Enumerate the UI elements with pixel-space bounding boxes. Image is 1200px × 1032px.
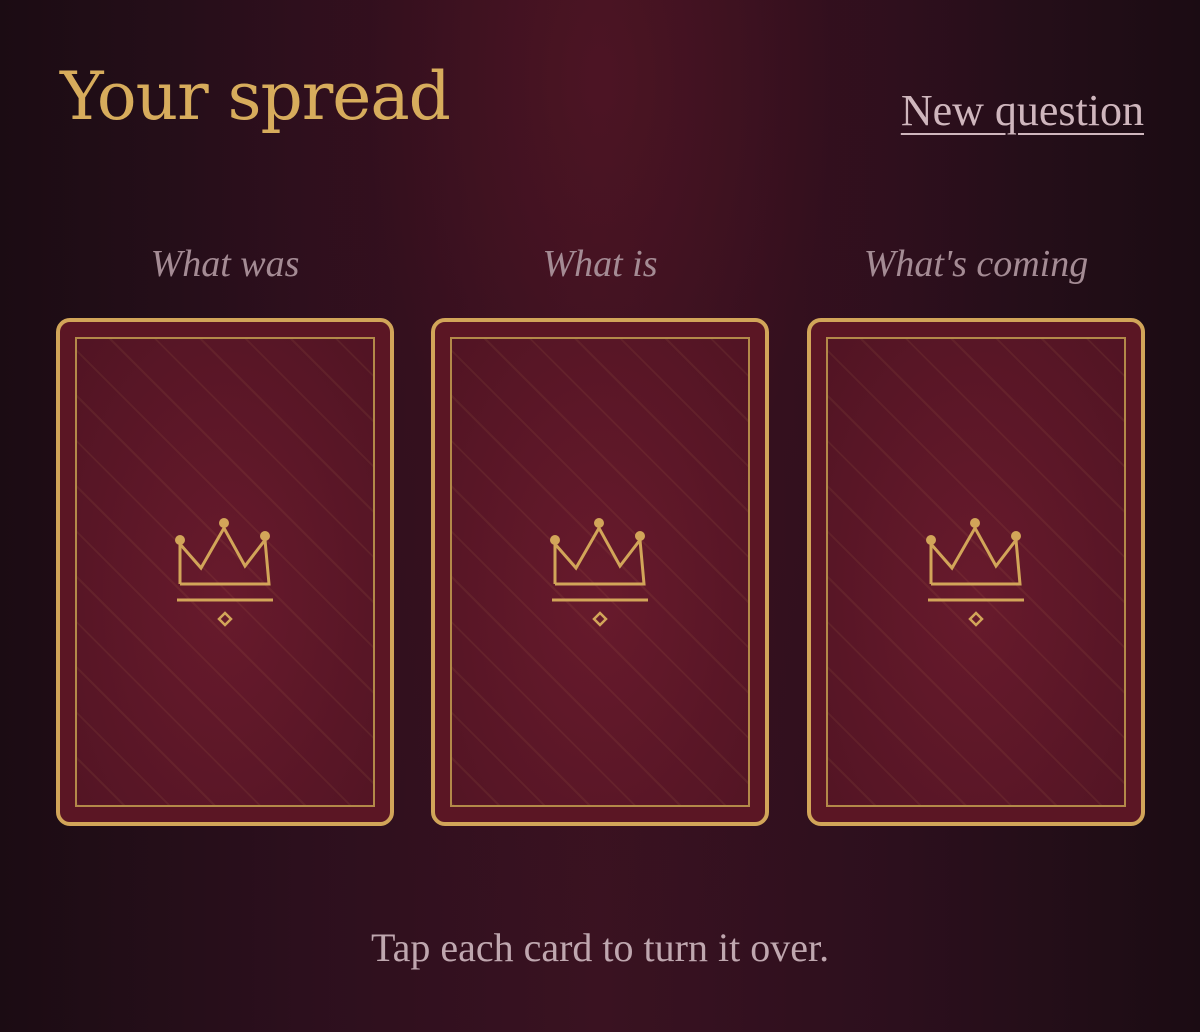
instruction-hint: Tap each card to turn it over. [370,925,830,970]
card-back-pattern [75,337,375,807]
crown-icon [926,518,1024,627]
new-question-link[interactable]: New question [901,84,1144,138]
crown-icon [550,518,648,627]
card-back-pattern [826,337,1126,807]
crown-icon [175,518,273,627]
card-position-label-future: What's coming [863,243,1089,285]
card-back-pattern [450,337,750,807]
card-position-label-past: What was [150,243,300,285]
card-position-label-present: What is [542,243,658,285]
page-title: Your spread [60,58,451,135]
card-what-is[interactable] [431,318,769,826]
card-whats-coming[interactable] [807,318,1145,826]
card-what-was[interactable] [56,318,394,826]
